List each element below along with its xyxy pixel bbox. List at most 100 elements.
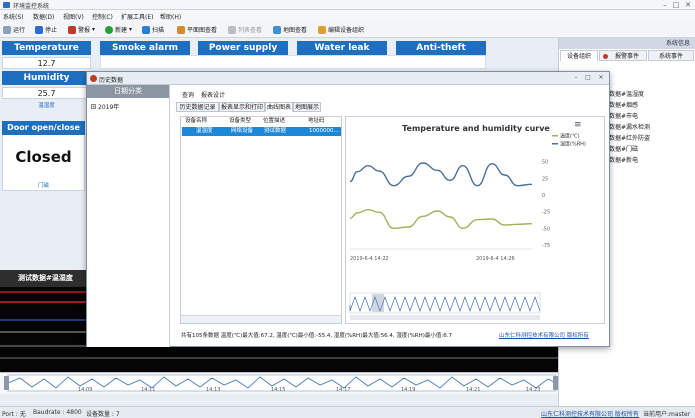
org-icon bbox=[318, 25, 326, 34]
toolbar: 运行 停止 警报 ▾ 新建 ▾ 扫描 平面图查看 列表查看 地图查看 编辑设备组织 bbox=[0, 21, 695, 38]
tree-item[interactable]: 试数据#红外防盗 bbox=[603, 133, 650, 142]
timeline-tick: 14:23 bbox=[526, 387, 541, 393]
alarm-icon bbox=[68, 25, 76, 34]
run-button[interactable]: 运行 bbox=[3, 24, 25, 35]
dialog-titlebar[interactable]: 历史数据 – □ ✕ bbox=[87, 72, 609, 85]
statusbar: Port : 无 Baudrate : 4800 设备数量 : 7 山东仁科测控… bbox=[0, 406, 695, 418]
plus-icon bbox=[105, 25, 113, 34]
plan-view-button[interactable]: 平面图查看 bbox=[177, 24, 217, 35]
app-icon bbox=[3, 2, 10, 8]
dialog-title: 历史数据 bbox=[99, 77, 124, 84]
close-icon[interactable]: ✕ bbox=[683, 1, 693, 9]
y-tick-label: -25 bbox=[542, 210, 550, 216]
menu-control[interactable]: 控制(C) bbox=[92, 12, 113, 21]
app-title: 环境监控系统 bbox=[13, 3, 50, 10]
menu-view[interactable]: 视图(V) bbox=[63, 12, 84, 21]
navigator-handle bbox=[372, 294, 384, 312]
menu-data[interactable]: 数据(D) bbox=[33, 12, 54, 21]
grid-header[interactable]: 地址码 bbox=[308, 117, 325, 126]
map-icon bbox=[273, 25, 281, 34]
tree-item[interactable]: 试数据#漏水检测 bbox=[603, 122, 650, 131]
list-view-button[interactable]: 列表查看 bbox=[228, 24, 262, 35]
timeline-tick: 14:11 bbox=[141, 387, 156, 393]
menu-system[interactable]: 系统(S) bbox=[3, 12, 24, 21]
plan-icon bbox=[177, 25, 185, 34]
y-tick-label: -75 bbox=[542, 243, 550, 249]
y-tick-label: 50 bbox=[542, 160, 548, 166]
right-panel-title: 系统信息 bbox=[559, 38, 695, 49]
smoke-card-title[interactable]: Smoke alarm bbox=[100, 41, 190, 55]
edit-org-button[interactable]: 编辑设备组织 bbox=[318, 24, 364, 35]
dialog-maximize-icon[interactable]: □ bbox=[583, 74, 593, 81]
alarm-button[interactable]: 警报 ▾ bbox=[68, 24, 95, 35]
query-menu[interactable]: 查询 bbox=[182, 90, 194, 99]
timeline-tick: 14:09 bbox=[78, 387, 93, 393]
new-button[interactable]: 新建 ▾ bbox=[105, 24, 132, 35]
timeline-navigator[interactable]: 14:09 14:11 14:13 14:15 14:17 14:19 14:2… bbox=[0, 372, 558, 394]
tab-system-events[interactable]: 系统事件 bbox=[648, 50, 694, 61]
series-line bbox=[349, 208, 533, 230]
tree-year-item[interactable]: + 2019年 bbox=[91, 102, 119, 111]
y-tick-label: -50 bbox=[542, 226, 550, 232]
play-icon bbox=[3, 25, 11, 34]
grid-icon bbox=[228, 25, 236, 34]
realtime-device-label: 测试数据#温湿度 bbox=[0, 270, 88, 287]
humidity-card-title: Humidity bbox=[2, 71, 91, 85]
table-row[interactable]: 温湿度 网络设备 测试数据 1000000... bbox=[182, 127, 341, 136]
legend-label: 温度(℃) bbox=[560, 133, 580, 140]
door-card-title: Door open/close bbox=[2, 121, 85, 135]
date-category-panel: 日期分类 + 2019年 bbox=[87, 85, 170, 347]
power-card-title[interactable]: Power supply bbox=[198, 41, 288, 55]
device-grid: 设备名称 设备类型 位置描述 地址码 温湿度 网络设备 测试数据 1000000… bbox=[180, 116, 342, 324]
tab-curve-chart[interactable]: 曲线图表 bbox=[265, 102, 293, 112]
x-tick-label: 2019-6-4 14:22 bbox=[350, 256, 389, 262]
grid-header[interactable]: 位置描述 bbox=[263, 117, 285, 126]
report-design-menu[interactable]: 报表设计 bbox=[201, 90, 225, 99]
history-dialog: 历史数据 – □ ✕ 日期分类 + 2019年 查询 报表设计 历史数据记录 报… bbox=[86, 71, 610, 347]
dialog-app-icon bbox=[90, 75, 97, 82]
humidity-value: 25.7 bbox=[2, 87, 91, 99]
date-category-header: 日期分类 bbox=[87, 85, 169, 98]
tab-history-records[interactable]: 历史数据记录 bbox=[176, 102, 219, 112]
timeline-tick: 14:17 bbox=[336, 387, 351, 393]
grid-cell: 温湿度 bbox=[196, 128, 213, 134]
chevron-down-icon: ▾ bbox=[92, 26, 96, 33]
series-line bbox=[349, 162, 533, 187]
footer-company-link[interactable]: 山东仁科测控技术有限公司 版权所有 bbox=[499, 330, 589, 342]
legend-label: 湿度(%RH) bbox=[560, 141, 586, 148]
timeline-tick: 14:19 bbox=[401, 387, 416, 393]
grid-cell: 1000000... bbox=[309, 128, 339, 134]
maximize-icon[interactable]: □ bbox=[671, 1, 681, 9]
scan-button[interactable]: 扫描 bbox=[142, 24, 164, 35]
tab-map-display[interactable]: 地图展示 bbox=[293, 102, 321, 112]
menu-help[interactable]: 帮助(H) bbox=[160, 12, 181, 21]
chart-menu-icon[interactable]: ≡ bbox=[574, 120, 582, 130]
water-card-title[interactable]: Water leak bbox=[297, 41, 387, 55]
grid-header[interactable]: 设备类型 bbox=[229, 117, 251, 126]
tab-alarm-events[interactable]: 报警事件 bbox=[599, 50, 647, 61]
door-card[interactable]: Door open/close Closed 门磁 bbox=[2, 121, 85, 191]
alarm-icon bbox=[603, 54, 608, 59]
dialog-footer: 共有105条数据 温度(℃)最大值:67.2, 温度(℃)最小值:-55.4, … bbox=[181, 330, 609, 342]
map-view-button[interactable]: 地图查看 bbox=[273, 24, 307, 35]
y-tick-label: 0 bbox=[542, 193, 545, 199]
card-row-background bbox=[100, 55, 486, 69]
theft-card-title[interactable]: Anti-theft bbox=[396, 41, 486, 55]
main-titlebar: 环境监控系统 – □ ✕ bbox=[0, 0, 695, 10]
grid-horizontal-scrollbar[interactable] bbox=[181, 315, 341, 323]
dialog-minimize-icon[interactable]: – bbox=[571, 74, 581, 81]
menu-tools[interactable]: 扩展工具(E) bbox=[121, 12, 153, 21]
expand-icon[interactable]: + bbox=[91, 104, 96, 109]
legend-swatch bbox=[552, 143, 558, 145]
timeline-right-handle bbox=[553, 376, 558, 390]
humidity-card-sub[interactable]: 温湿度 bbox=[2, 101, 91, 109]
timeline-tick: 14:21 bbox=[466, 387, 481, 393]
minimize-icon[interactable]: – bbox=[660, 1, 670, 9]
stop-button[interactable]: 停止 bbox=[35, 24, 57, 35]
legend-swatch bbox=[552, 135, 558, 137]
grid-header[interactable]: 设备名称 bbox=[185, 117, 207, 126]
tab-device-org[interactable]: 设备组织 bbox=[560, 50, 598, 61]
chart-svg: Temperature and humidity curve 50 25 0 -25 -5… bbox=[349, 124, 586, 320]
dialog-close-icon[interactable]: ✕ bbox=[596, 74, 606, 81]
tab-report-print[interactable]: 报表显示和打印 bbox=[219, 102, 265, 112]
